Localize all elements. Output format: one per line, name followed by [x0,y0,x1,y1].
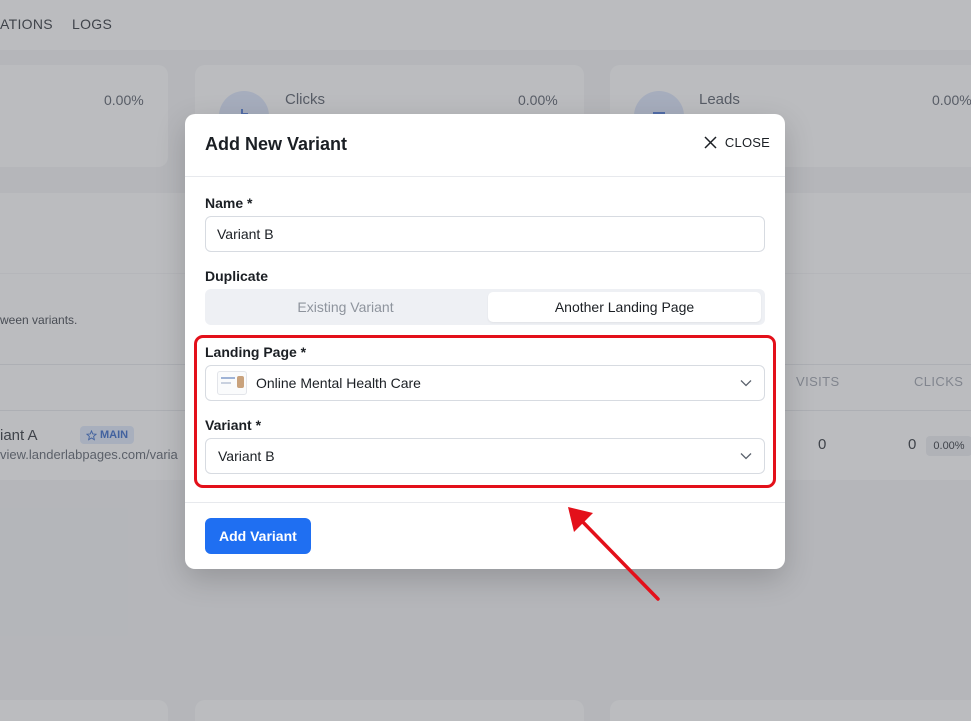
close-button[interactable]: CLOSE [704,135,770,150]
duplicate-option-existing-variant[interactable]: Existing Variant [209,292,482,322]
chevron-down-icon [740,380,752,387]
landing-page-selected-value: Online Mental Health Care [256,375,421,391]
chevron-down-icon [740,453,752,460]
duplicate-source-toggle: Existing Variant Another Landing Page [205,289,765,325]
modal-header: Add New Variant CLOSE [185,114,785,177]
name-label: Name * [205,195,253,211]
landing-page-thumbnail [217,371,247,395]
landing-page-label: Landing Page * [205,344,307,360]
add-variant-modal: Add New Variant CLOSE Name * Duplicate E… [185,114,785,569]
variant-label: Variant * [205,417,262,433]
modal-title: Add New Variant [205,134,348,154]
variant-select[interactable]: Variant B [205,438,765,474]
modal-footer: Add Variant [185,502,785,569]
duplicate-option-another-landing-page[interactable]: Another Landing Page [488,292,761,322]
close-label: CLOSE [724,135,770,150]
variant-selected-value: Variant B [218,448,275,464]
add-variant-button[interactable]: Add Variant [205,518,311,554]
name-input[interactable] [205,216,765,252]
duplicate-label: Duplicate [205,268,269,284]
landing-page-select[interactable]: Online Mental Health Care [205,365,765,401]
close-icon [704,136,717,149]
